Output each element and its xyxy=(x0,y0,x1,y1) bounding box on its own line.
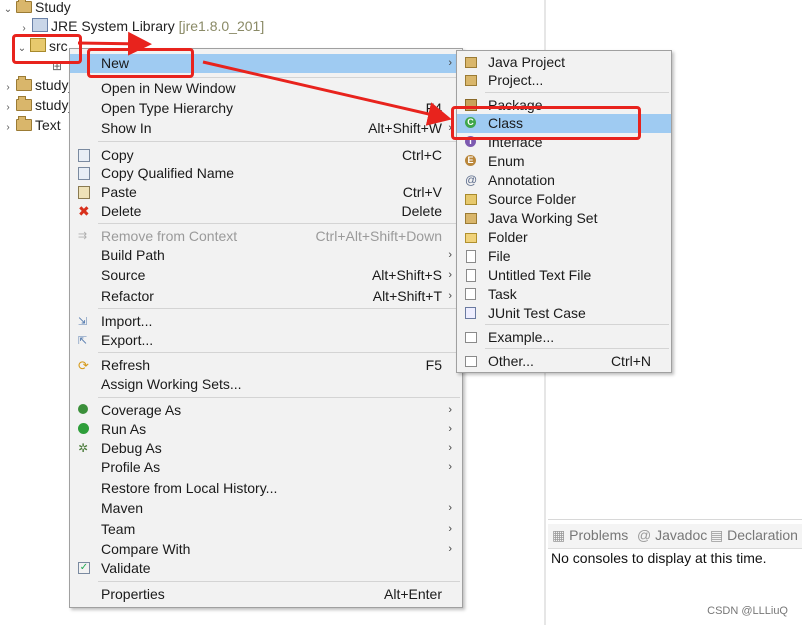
arrow-src-to-new xyxy=(77,31,152,56)
arrow-new-to-class xyxy=(202,60,452,126)
watermark: CSDN @LLLiuQ xyxy=(707,605,788,617)
annotation-arrows xyxy=(77,31,452,126)
